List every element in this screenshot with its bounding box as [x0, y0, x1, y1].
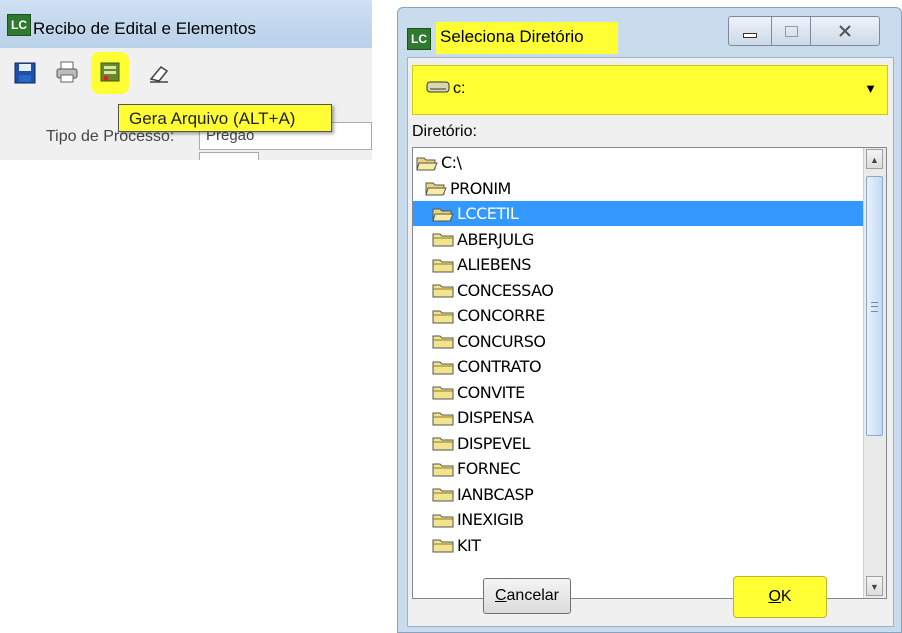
ok-label: K [780, 588, 792, 605]
maximize-button[interactable] [771, 16, 811, 46]
directory-item[interactable]: CONVITE [432, 380, 525, 405]
window-title: Recibo de Edital e Elementos [33, 19, 257, 38]
folder-icon [432, 437, 454, 451]
directory-item[interactable]: C:\ [416, 150, 462, 175]
directory-item-label: ABERJULG [457, 229, 534, 249]
directory-item-label: IANBCASP [457, 484, 534, 504]
drive-select[interactable]: c: ▼ [412, 65, 888, 115]
directory-item-label: INEXIGIB [457, 510, 524, 529]
receipt-window: LC Recibo de Edital e Elementos Tipo de … [0, 0, 372, 160]
directory-item[interactable]: FORNEC [432, 456, 521, 481]
directory-item[interactable]: DISPEVEL [432, 431, 530, 456]
directory-item[interactable]: CONCORRE [432, 303, 545, 328]
directory-item[interactable]: CONCURSO [432, 329, 546, 354]
folder-icon [432, 259, 454, 272]
scroll-thumb[interactable] [866, 176, 883, 436]
directory-item-label: PRONIM [450, 178, 511, 198]
folder-icon [432, 361, 454, 374]
directory-item[interactable]: CONTRATO [432, 354, 542, 379]
select-directory-dialog: LC Seleciona Diretório c: ▼ Diretório: C… [397, 7, 902, 633]
directory-item[interactable]: CONCESSAO [432, 278, 554, 303]
directory-item-label: CONCESSAO [457, 280, 554, 300]
save-icon[interactable] [13, 61, 37, 85]
scroll-up-button[interactable]: ▲ [866, 149, 883, 169]
directory-item-label: ALIEBENS [457, 255, 531, 274]
grip-icon [871, 302, 878, 312]
directory-item[interactable]: LCCETIL [413, 201, 882, 226]
minimize-button[interactable] [728, 16, 772, 46]
print-icon[interactable] [55, 60, 79, 84]
open-folder-icon [432, 208, 454, 221]
directory-item[interactable]: PRONIM [425, 176, 511, 201]
dialog-body: c: ▼ Diretório: C:\ PRONIM LCCETIL ABERJULG… [407, 57, 894, 627]
directory-list[interactable]: C:\ PRONIM LCCETIL ABERJULG ALIEBENS CONCESSA… [412, 147, 887, 599]
directory-item-label: CONVITE [457, 382, 525, 402]
open-folder-icon [425, 182, 447, 196]
close-button[interactable] [810, 16, 880, 46]
directory-item-label: LCCETIL [457, 204, 519, 223]
app-logo-icon: LC [7, 14, 31, 36]
ok-mnemonic: O [768, 588, 781, 605]
close-icon [839, 25, 851, 37]
drive-value: c: [453, 80, 466, 97]
directory-item-label: DISPEVEL [457, 433, 530, 453]
directory-item[interactable]: IANBCASP [432, 482, 534, 507]
generate-file-icon[interactable] [98, 60, 122, 84]
cancel-button[interactable]: Cancelar [483, 578, 571, 614]
dialog-title: Seleciona Diretório [440, 27, 584, 46]
tooltip: Gera Arquivo (ALT+A) [118, 104, 332, 132]
folder-icon [432, 539, 454, 553]
ok-button[interactable]: OK [733, 576, 827, 618]
folder-icon [432, 514, 454, 527]
folder-icon [432, 386, 454, 400]
directory-label: Diretório: [412, 123, 477, 140]
directory-item-label: CONTRATO [457, 357, 542, 376]
directory-item[interactable]: ABERJULG [432, 227, 534, 252]
folder-icon [432, 284, 454, 298]
directory-item[interactable]: INEXIGIB [432, 507, 524, 532]
directory-item-label: FORNEC [457, 459, 521, 478]
directory-item-label: DISPENSA [457, 408, 534, 427]
folder-icon [432, 463, 454, 476]
maximize-icon [784, 25, 798, 37]
open-folder-icon [416, 157, 438, 170]
folder-icon [432, 488, 454, 502]
directory-item-label: CONCURSO [457, 331, 546, 351]
directory-item[interactable]: KIT [432, 533, 481, 558]
folder-icon [432, 310, 454, 323]
directory-item[interactable]: DISPENSA [432, 405, 534, 430]
minimize-icon [743, 32, 757, 38]
title-bar: LC Recibo de Edital e Elementos [0, 0, 372, 48]
folder-icon [432, 412, 454, 425]
directory-item-label: C:\ [441, 153, 462, 172]
scrollbar[interactable]: ▲ ▼ [863, 148, 886, 598]
eraser-icon[interactable] [147, 61, 171, 85]
directory-item-label: CONCORRE [457, 306, 545, 325]
folder-icon [432, 233, 454, 247]
secondary-field[interactable] [199, 152, 259, 160]
cancel-mnemonic: C [494, 587, 507, 604]
cancel-label: ancelar [506, 587, 560, 604]
app-logo-icon: LC [407, 28, 431, 50]
drive-icon [426, 81, 450, 93]
toolbar [0, 48, 372, 98]
scroll-down-button[interactable]: ▼ [866, 576, 883, 596]
chevron-down-icon: ▼ [864, 81, 877, 96]
directory-item-label: KIT [457, 535, 481, 555]
folder-icon [432, 335, 454, 349]
directory-item[interactable]: ALIEBENS [432, 252, 531, 277]
